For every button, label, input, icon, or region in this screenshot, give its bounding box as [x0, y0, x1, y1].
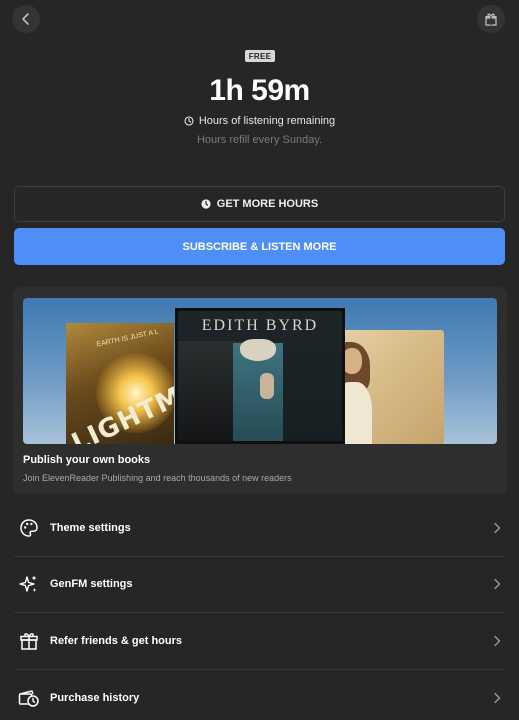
- clock-icon: [184, 116, 194, 126]
- hours-remaining: 1h 59m: [209, 74, 310, 107]
- plan-badge: FREE: [245, 50, 275, 62]
- back-button[interactable]: [12, 5, 40, 33]
- chevron-right-icon: [493, 635, 503, 647]
- hours-caption-text: Hours of listening remaining: [198, 115, 336, 127]
- chevron-right-icon: [493, 578, 503, 590]
- gift-icon: [485, 13, 497, 26]
- publish-promo-card[interactable]: EARTH IS JUST A L LIGHTM EDITH BYRD Publ…: [13, 287, 507, 494]
- hours-caption: Hours of listening remaining: [0, 115, 519, 127]
- settings-menu: Theme settings GenFM settings Refer frie…: [0, 500, 519, 720]
- menu-item-label: Refer friends & get hours: [50, 634, 183, 647]
- menu-item-theme-settings[interactable]: Theme settings: [14, 500, 505, 557]
- get-more-hours-button[interactable]: GET MORE HOURS: [14, 186, 505, 222]
- menu-item-refer-friends[interactable]: Refer friends & get hours: [14, 613, 505, 670]
- promo-subtitle: Join ElevenReader Publishing and reach t…: [23, 473, 292, 483]
- subscribe-button[interactable]: SUBSCRIBE & LISTEN MORE: [14, 228, 505, 265]
- cover-text-small: EARTH IS JUST A L: [95, 328, 160, 349]
- refill-note: Hours refill every Sunday.: [196, 134, 323, 146]
- menu-item-label: Theme settings: [50, 521, 131, 534]
- gift-button[interactable]: [477, 5, 505, 33]
- chevron-right-icon: [493, 522, 503, 534]
- promo-title: Publish your own books: [23, 454, 151, 466]
- account-page: FREE 1h 59m Hours of listening remaining…: [0, 0, 519, 720]
- sparkles-icon: [18, 573, 40, 595]
- purchase-history-icon: [18, 687, 40, 709]
- get-more-hours-label: GET MORE HOURS: [216, 198, 319, 210]
- menu-item-label: Purchase history: [50, 691, 140, 704]
- subscribe-label: SUBSCRIBE & LISTEN MORE: [182, 240, 337, 253]
- palette-icon: [18, 517, 40, 539]
- chevron-left-icon: [22, 13, 29, 25]
- book-cover-edith-byrd: EDITH BYRD: [175, 308, 345, 444]
- cover-title: EDITH BYRD: [201, 317, 319, 334]
- menu-item-label: GenFM settings: [50, 578, 133, 591]
- menu-item-genfm-settings[interactable]: GenFM settings: [14, 557, 505, 613]
- book-cover-lightm: EARTH IS JUST A L LIGHTM: [66, 323, 174, 444]
- clock-filled-icon: [201, 199, 211, 209]
- chevron-right-icon: [493, 692, 503, 704]
- gift-icon: [18, 630, 40, 652]
- promo-book-covers-image: EARTH IS JUST A L LIGHTM EDITH BYRD: [23, 298, 497, 444]
- menu-item-purchase-history[interactable]: Purchase history: [14, 670, 505, 720]
